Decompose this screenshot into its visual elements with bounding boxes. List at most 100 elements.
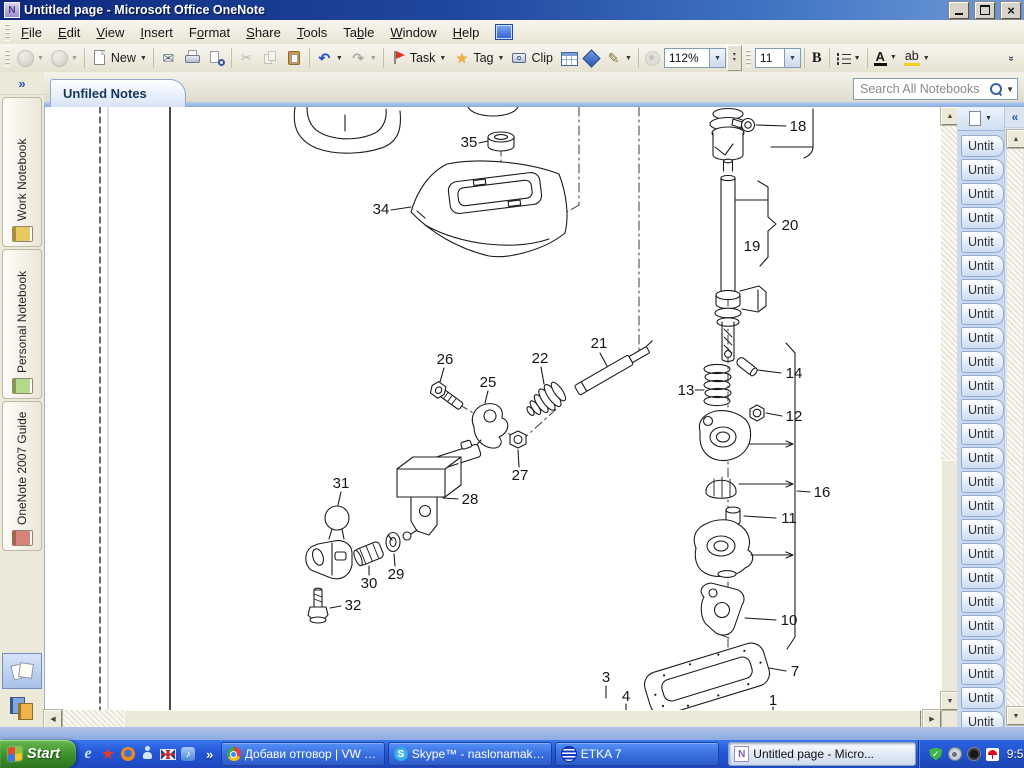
menu-edit[interactable]: Edit bbox=[50, 22, 88, 43]
back-button-dropdown-icon[interactable]: ▼ bbox=[37, 55, 44, 62]
page-tab-24[interactable]: Untit bbox=[961, 687, 1004, 709]
research-button[interactable] bbox=[582, 51, 601, 66]
zoom-combo-dropdown-icon[interactable]: ▼ bbox=[709, 49, 725, 67]
menu-share[interactable]: Share bbox=[238, 22, 289, 43]
firefox-icon[interactable] bbox=[119, 745, 137, 763]
expand-sidebar-button[interactable]: » bbox=[0, 72, 44, 95]
webcam-icon[interactable] bbox=[948, 747, 962, 761]
vertical-scrollbar[interactable]: ▲ ▼ bbox=[941, 107, 957, 710]
bullets-button-dropdown-icon[interactable]: ▼ bbox=[854, 55, 861, 62]
task-button[interactable]: Task▼ bbox=[387, 49, 450, 67]
forward-button-dropdown-icon[interactable]: ▼ bbox=[71, 55, 78, 62]
media-player-icon[interactable] bbox=[179, 745, 197, 763]
search-scope-dropdown-icon[interactable]: ▼ bbox=[1006, 85, 1014, 94]
table-button[interactable] bbox=[558, 50, 581, 67]
undo-button[interactable]: ▼ bbox=[313, 49, 346, 67]
notebook-tab-personal-notebook[interactable]: Personal Notebook bbox=[2, 249, 42, 399]
toolbar-grip[interactable] bbox=[746, 50, 751, 67]
taskbar-button-skype[interactable]: Skype™ - naslonamakar... bbox=[388, 742, 552, 766]
print-preview-button[interactable] bbox=[205, 49, 228, 67]
font-size-combo-dropdown-icon[interactable]: ▼ bbox=[784, 49, 800, 67]
tag-button[interactable]: Tag▼ bbox=[450, 49, 507, 67]
page-tab-11[interactable]: Untit bbox=[961, 375, 1004, 397]
page-tab-16[interactable]: Untit bbox=[961, 495, 1004, 517]
menu-tools[interactable]: Tools bbox=[289, 22, 335, 43]
page-tab-13[interactable]: Untit bbox=[961, 423, 1004, 445]
page-tab-21[interactable]: Untit bbox=[961, 615, 1004, 637]
new-page-dropdown-icon[interactable]: ▼ bbox=[985, 115, 992, 122]
page-tab-19[interactable]: Untit bbox=[961, 567, 1004, 589]
menu-file[interactable]: File bbox=[13, 22, 50, 43]
page-canvas[interactable]: 3534182019212226251314122716112831302932… bbox=[44, 107, 942, 710]
tag-button-dropdown-icon[interactable]: ▼ bbox=[498, 55, 505, 62]
menu-window[interactable]: Window bbox=[382, 22, 444, 43]
menu-grip[interactable] bbox=[5, 24, 10, 41]
page-tab-1[interactable]: Untit bbox=[961, 135, 1004, 157]
zoom-combo[interactable]: 112%▼ bbox=[664, 48, 726, 68]
paste-button[interactable] bbox=[283, 49, 306, 67]
page-tab-20[interactable]: Untit bbox=[961, 591, 1004, 613]
page-tabs-scrollbar[interactable]: ▲ ▼ bbox=[1007, 130, 1023, 725]
page-tab-25[interactable]: Untit bbox=[961, 711, 1004, 727]
page-tab-10[interactable]: Untit bbox=[961, 351, 1004, 373]
menu-view[interactable]: View bbox=[88, 22, 132, 43]
new-button[interactable]: New▼ bbox=[88, 49, 150, 67]
toolbar-break-handle[interactable]: ▾▾ bbox=[727, 45, 742, 71]
uk-flag-icon[interactable] bbox=[159, 745, 177, 763]
messenger-icon[interactable] bbox=[139, 745, 157, 763]
toolbar-options-button[interactable] bbox=[999, 49, 1022, 67]
page-tab-6[interactable]: Untit bbox=[961, 255, 1004, 277]
redo-button-dropdown-icon[interactable]: ▼ bbox=[370, 55, 377, 62]
page-tab-15[interactable]: Untit bbox=[961, 471, 1004, 493]
internet-explorer-icon[interactable] bbox=[79, 745, 97, 763]
new-button-dropdown-icon[interactable]: ▼ bbox=[140, 55, 147, 62]
font-color-button[interactable]: A▼ bbox=[871, 49, 900, 68]
menu-table[interactable]: Table bbox=[335, 22, 382, 43]
page-tab-2[interactable]: Untit bbox=[961, 159, 1004, 181]
taskbar-button-onenote[interactable]: Untitled page - Micro... bbox=[728, 742, 916, 766]
new-page-button[interactable]: ▼ bbox=[957, 107, 1004, 131]
bold-button[interactable]: B bbox=[808, 49, 826, 68]
page-window-icon[interactable] bbox=[495, 24, 513, 40]
restore-button[interactable] bbox=[975, 2, 995, 19]
undo-button-dropdown-icon[interactable]: ▼ bbox=[336, 55, 343, 62]
page-tab-12[interactable]: Untit bbox=[961, 399, 1004, 421]
all-notebooks-button[interactable] bbox=[3, 691, 41, 725]
start-button[interactable]: Start bbox=[0, 740, 76, 768]
page-tab-17[interactable]: Untit bbox=[961, 519, 1004, 541]
taskbar-button-etka[interactable]: ETKA 7 bbox=[555, 742, 719, 766]
page-tab-18[interactable]: Untit bbox=[961, 543, 1004, 565]
pen-button-dropdown-icon[interactable]: ▼ bbox=[625, 55, 632, 62]
red-burst-icon[interactable] bbox=[99, 745, 117, 763]
page-tab-5[interactable]: Untit bbox=[961, 231, 1004, 253]
notebook-tab-work-notebook[interactable]: Work Notebook bbox=[2, 97, 42, 247]
task-button-dropdown-icon[interactable]: ▼ bbox=[439, 55, 446, 62]
highlight-button-dropdown-icon[interactable]: ▼ bbox=[923, 55, 930, 62]
page-tabs-scroll-down-icon[interactable]: ▼ bbox=[1007, 707, 1024, 725]
page-tab-7[interactable]: Untit bbox=[961, 279, 1004, 301]
search-icon[interactable] bbox=[990, 83, 1002, 95]
pen-button[interactable]: ▼ bbox=[602, 49, 635, 67]
print-button[interactable] bbox=[181, 49, 204, 67]
recorder-icon[interactable] bbox=[967, 747, 981, 761]
tab-unfiled-notes[interactable]: Unfiled Notes bbox=[50, 79, 186, 107]
bullets-button[interactable]: ▼ bbox=[833, 51, 864, 65]
search-input[interactable]: Search All Notebooks bbox=[860, 82, 986, 96]
page-tab-22[interactable]: Untit bbox=[961, 639, 1004, 661]
taskbar-button-chrome[interactable]: Добави отговор | VW cl... bbox=[221, 742, 385, 766]
horizontal-scrollbar[interactable]: ◀ ▶ bbox=[44, 710, 941, 727]
close-button[interactable] bbox=[1001, 2, 1021, 19]
page-tab-4[interactable]: Untit bbox=[961, 207, 1004, 229]
font-size-combo[interactable]: 11▼ bbox=[755, 48, 801, 68]
page-tab-3[interactable]: Untit bbox=[961, 183, 1004, 205]
clip-button[interactable]: Clip bbox=[508, 49, 557, 67]
menu-help[interactable]: Help bbox=[445, 22, 488, 43]
collapse-page-tabs-button[interactable]: « bbox=[1005, 107, 1024, 128]
unfiled-notes-button[interactable] bbox=[2, 653, 42, 689]
page-tabs-scroll-up-icon[interactable]: ▲ bbox=[1007, 130, 1024, 148]
toolbar-grip[interactable] bbox=[5, 50, 10, 67]
page-tab-23[interactable]: Untit bbox=[961, 663, 1004, 685]
page-tab-9[interactable]: Untit bbox=[961, 327, 1004, 349]
minimize-button[interactable] bbox=[949, 2, 969, 19]
font-color-button-dropdown-icon[interactable]: ▼ bbox=[890, 54, 897, 61]
